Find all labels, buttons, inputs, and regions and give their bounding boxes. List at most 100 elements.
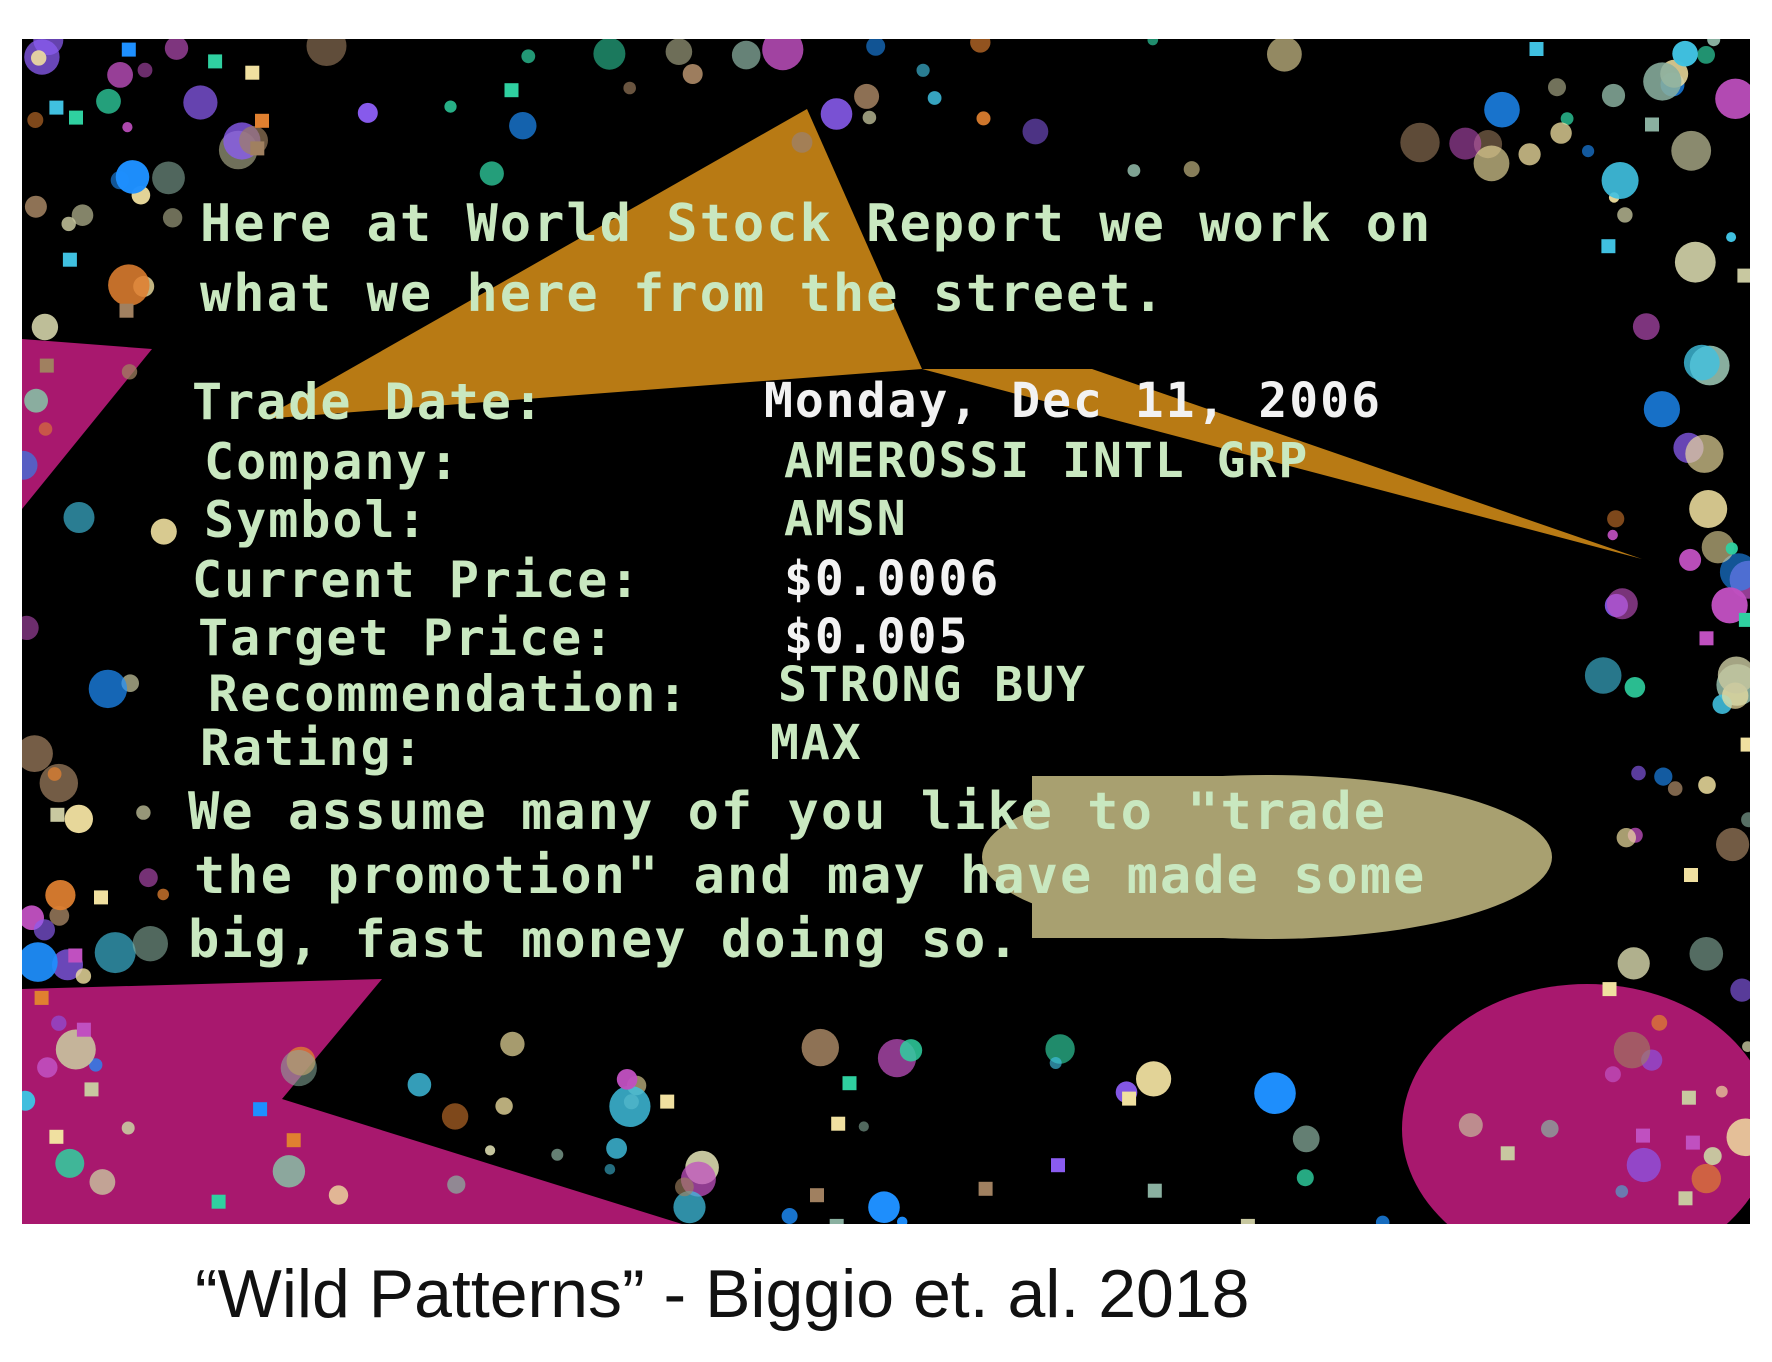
confetti-dot <box>820 98 853 130</box>
confetti-dot <box>791 132 813 153</box>
confetti-dot <box>1604 1066 1621 1083</box>
confetti-square <box>119 303 134 318</box>
confetti-dot <box>1691 1163 1722 1194</box>
confetti-dot <box>1689 490 1728 528</box>
confetti-square <box>660 1094 675 1109</box>
confetti-dot <box>551 1148 564 1161</box>
confetti-dot <box>609 1085 651 1127</box>
recommendation-value: STRONG BUY <box>778 657 1087 713</box>
confetti-dot <box>357 102 378 123</box>
confetti-dot <box>1741 812 1750 828</box>
confetti-square <box>1738 612 1750 627</box>
confetti-dot <box>1632 313 1660 340</box>
confetti-dot <box>1550 122 1572 144</box>
confetti-dot <box>485 1145 496 1156</box>
confetti-square <box>1684 868 1698 882</box>
confetti-dot <box>122 122 133 133</box>
confetti-dot <box>1606 588 1638 620</box>
confetti-dot <box>1458 1113 1483 1138</box>
spam-image: Here at World Stock Report we work on wh… <box>22 39 1750 1224</box>
confetti-dot <box>31 50 47 66</box>
confetti-square <box>34 990 49 1005</box>
current-price-value: $0.0006 <box>784 551 1001 607</box>
confetti-dot <box>63 502 95 533</box>
confetti-dot <box>272 1155 306 1188</box>
rating-value: MAX <box>770 715 863 771</box>
confetti-dot <box>1716 827 1750 862</box>
confetti-dot <box>495 1097 513 1115</box>
confetti-dot <box>1626 1147 1661 1183</box>
confetti-dot <box>1654 767 1673 786</box>
confetti-dot <box>1726 232 1737 243</box>
confetti-square <box>504 83 519 98</box>
trade-date-value: Monday, Dec 11, 2006 <box>764 373 1382 429</box>
confetti-dot <box>1400 122 1440 163</box>
confetti-dot <box>61 216 76 232</box>
confetti-square <box>1601 239 1616 254</box>
confetti-square <box>250 141 265 156</box>
confetti-dot <box>970 39 991 53</box>
confetti-dot <box>22 735 53 772</box>
confetti-dot <box>1615 1185 1629 1198</box>
symbol-label: Symbol: <box>204 491 429 549</box>
confetti-dot <box>862 110 877 125</box>
confetti-dot <box>1267 39 1302 72</box>
confetti-dot <box>1679 548 1702 571</box>
confetti-dot <box>280 1049 317 1087</box>
confetti-dot <box>108 264 150 306</box>
confetti-dot <box>115 160 150 194</box>
confetti-dot <box>33 919 55 941</box>
confetti-dot <box>132 926 168 962</box>
confetti-dot <box>152 161 185 195</box>
confetti-dot <box>1671 130 1712 171</box>
outro-line-2: the promotion" and may have made some <box>194 846 1427 906</box>
confetti-dot <box>1631 765 1646 781</box>
confetti-dot <box>1616 828 1637 848</box>
confetti-dot <box>444 100 457 113</box>
company-label: Company: <box>204 433 461 491</box>
confetti-dot <box>1730 978 1750 1002</box>
confetti-dot <box>1707 39 1721 47</box>
magenta-bottom-left <box>22 979 682 1224</box>
confetti-dot <box>1601 83 1626 108</box>
confetti-square <box>62 252 77 267</box>
confetti-square <box>1681 1090 1696 1105</box>
confetti-dot <box>1617 207 1633 223</box>
confetti-dot <box>22 615 39 640</box>
confetti-dot <box>121 1121 135 1135</box>
confetti-dot <box>31 313 59 341</box>
confetti-dot <box>1651 1014 1668 1031</box>
confetti-square <box>1529 42 1544 56</box>
confetti-square <box>1051 1158 1065 1173</box>
confetti-dot <box>407 1072 432 1097</box>
target-price-label: Target Price: <box>198 609 616 667</box>
confetti-dot <box>306 39 347 66</box>
outro-line-3: big, fast money doing so. <box>188 910 1021 970</box>
confetti-dot <box>137 62 153 78</box>
confetti-dot <box>1136 1061 1172 1097</box>
confetti-dot <box>731 40 761 70</box>
confetti-dot <box>1582 145 1595 158</box>
confetti-square <box>1685 1135 1700 1150</box>
confetti-dot <box>37 1057 58 1078</box>
confetti-dot <box>604 1164 616 1175</box>
confetti-dot <box>94 932 136 974</box>
confetti-dot <box>801 1028 839 1067</box>
confetti-dot <box>665 39 693 65</box>
confetti-dot <box>976 111 991 126</box>
confetti-dot <box>858 1121 869 1132</box>
confetti-dot <box>1049 1057 1062 1069</box>
confetti-square <box>1636 1128 1650 1143</box>
confetti-square <box>68 948 83 963</box>
confetti-dot <box>1613 1031 1651 1069</box>
confetti-dot <box>75 968 92 984</box>
confetti-dot <box>479 161 504 186</box>
confetti-dot <box>1548 78 1566 97</box>
confetti-dot <box>38 422 53 436</box>
confetti-dot <box>1601 162 1639 199</box>
confetti-dot <box>1183 161 1200 178</box>
current-price-label: Current Price: <box>192 551 642 609</box>
confetti-dot <box>1742 1041 1750 1052</box>
confetti-dot <box>96 88 121 114</box>
confetti-dot <box>916 63 930 77</box>
